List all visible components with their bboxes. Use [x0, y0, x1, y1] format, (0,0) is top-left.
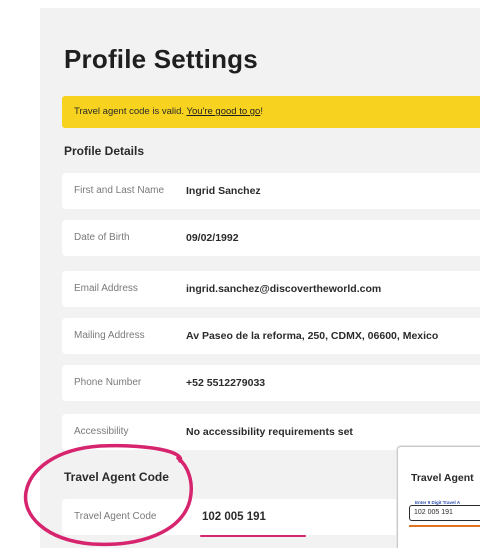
row-value: Av Paseo de la reforma, 250, CDMX, 06600… [186, 330, 439, 342]
banner-text-end: ! [260, 106, 263, 117]
row-value: No accessibility requirements set [186, 426, 353, 438]
inset-card-title: Travel Agent [411, 472, 474, 484]
travel-agent-code-input[interactable]: Enter 9 Digit Travel A 102 005 191 [409, 500, 480, 521]
profile-row-accessibility[interactable]: Accessibility No accessibility requireme… [62, 414, 480, 450]
banner-link[interactable]: You're good to go [186, 106, 260, 117]
input-value: 102 005 191 [414, 509, 453, 516]
inset-underline [409, 525, 480, 527]
row-label: Phone Number [74, 377, 142, 388]
input-label: Enter 9 Digit Travel A [414, 500, 462, 505]
row-value: 09/02/1992 [186, 232, 239, 244]
row-label: Email Address [74, 283, 138, 294]
travel-agent-heading: Travel Agent Code [64, 470, 169, 484]
row-value: +52 5512279033 [186, 377, 266, 389]
travel-agent-code-value: 102 005 191 [202, 511, 266, 523]
validation-banner: Travel agent code is valid. You're good … [62, 96, 480, 128]
profile-row-dob[interactable]: Date of Birth 09/02/1992 [62, 220, 480, 256]
profile-row-phone[interactable]: Phone Number +52 5512279033 [62, 365, 480, 401]
row-label: Date of Birth [74, 232, 130, 243]
travel-agent-edit-card: Travel Agent Enter 9 Digit Travel A 102 … [397, 446, 480, 548]
profile-row-email[interactable]: Email Address ingrid.sanchez@discoverthe… [62, 271, 480, 307]
row-value: ingrid.sanchez@discovertheworld.com [186, 283, 382, 295]
row-label: Mailing Address [74, 330, 145, 341]
annotation-underline [200, 535, 306, 537]
row-label: Accessibility [74, 426, 129, 437]
row-label: First and Last Name [74, 185, 165, 196]
profile-row-mailing-address[interactable]: Mailing Address Av Paseo de la reforma, … [62, 318, 480, 354]
row-value: Ingrid Sanchez [186, 185, 261, 197]
banner-text: Travel agent code is valid. [74, 106, 187, 117]
profile-row-name[interactable]: First and Last Name Ingrid Sanchez [62, 173, 480, 209]
profile-settings-page: Profile Settings Travel agent code is va… [0, 0, 480, 548]
page-title: Profile Settings [64, 44, 258, 74]
profile-details-heading: Profile Details [64, 144, 145, 158]
row-label: Travel Agent Code [74, 511, 157, 522]
